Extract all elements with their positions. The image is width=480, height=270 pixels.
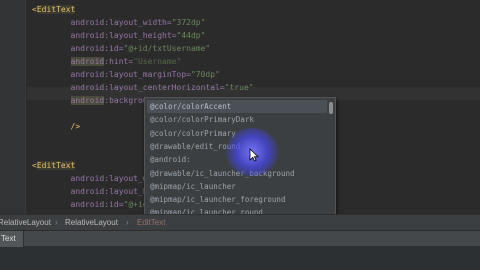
code-line[interactable]: android:layout_marginTop="70dp" xyxy=(32,68,220,81)
autocomplete-item[interactable]: @color/colorPrimaryDark xyxy=(147,113,327,126)
breadcrumb-separator: › xyxy=(126,218,129,227)
code-token: /> xyxy=(70,122,81,131)
editor-bottom-panel: Text xyxy=(0,230,480,270)
code-token: EditText xyxy=(36,5,76,14)
code-token: "Username" xyxy=(133,57,182,66)
code-token: :hint= xyxy=(104,57,134,66)
editor-gutter[interactable] xyxy=(0,0,26,214)
autocomplete-scrollbar[interactable] xyxy=(328,102,333,214)
code-token: "true" xyxy=(224,83,254,92)
code-line[interactable]: android:layout_centerHorizontal="true" xyxy=(32,81,254,94)
autocomplete-item[interactable]: @mipmap/ic_launcher xyxy=(147,180,327,193)
code-token: android xyxy=(70,187,105,196)
autocomplete-item[interactable]: @mipmap/ic_launcher_foreground xyxy=(147,193,327,206)
editor-mode-tabs: Text xyxy=(0,231,480,247)
code-token: android xyxy=(70,18,105,27)
code-token: android xyxy=(70,44,105,53)
code-token: EditText xyxy=(36,161,76,170)
mouse-pointer-icon xyxy=(249,148,259,162)
code-token: android xyxy=(70,174,105,183)
breadcrumb-item[interactable]: RelativeLayout xyxy=(0,215,51,230)
code-token: :layout_width= xyxy=(104,18,172,27)
code-line[interactable]: android:id="@+id/t xyxy=(32,198,158,211)
code-line[interactable]: android:layout_height="44dp" xyxy=(32,29,206,42)
code-token: "70dp" xyxy=(190,70,220,79)
code-token: "@+id/txtUsername" xyxy=(123,44,211,53)
code-token: :layout_marginTop= xyxy=(104,70,191,79)
code-line[interactable]: android:id="@+id/txtUsername" xyxy=(32,42,211,55)
code-token: android xyxy=(70,57,105,66)
code-token: "44dp" xyxy=(176,31,206,40)
code-token: android xyxy=(70,70,105,79)
breadcrumb-item[interactable]: RelativeLayout xyxy=(65,215,118,230)
code-line[interactable]: android:layout_heig xyxy=(32,185,163,198)
code-line[interactable]: <EditText xyxy=(32,159,76,172)
code-token: :layout_centerHorizontal= xyxy=(104,83,225,92)
code-token: "372dp" xyxy=(171,18,206,27)
breadcrumb-item[interactable]: EditText xyxy=(137,215,165,230)
code-token: android xyxy=(70,200,105,209)
code-token: android xyxy=(70,31,105,40)
breadcrumb: RelativeLayout › RelativeLayout › EditTe… xyxy=(0,214,480,230)
tab-text[interactable]: Text xyxy=(0,231,24,247)
code-line[interactable]: android:layout_width="372dp" xyxy=(32,16,206,29)
bottom-panel-area xyxy=(0,247,480,270)
code-line[interactable]: android:hint="Username" xyxy=(32,55,181,68)
code-token: :id= xyxy=(104,200,124,209)
breadcrumb-separator: › xyxy=(55,218,58,227)
autocomplete-item[interactable]: @color/colorAccent xyxy=(147,100,327,114)
code-line[interactable]: /> xyxy=(32,120,81,133)
code-line[interactable]: android:layout_widt xyxy=(32,172,163,185)
code-token: android xyxy=(70,83,105,92)
code-token: :layout_height= xyxy=(104,31,177,40)
code-line[interactable]: <EditText xyxy=(32,3,76,16)
code-token: android xyxy=(70,96,105,105)
code-token: :id= xyxy=(104,44,124,53)
autocomplete-scroll-thumb[interactable] xyxy=(329,102,333,114)
